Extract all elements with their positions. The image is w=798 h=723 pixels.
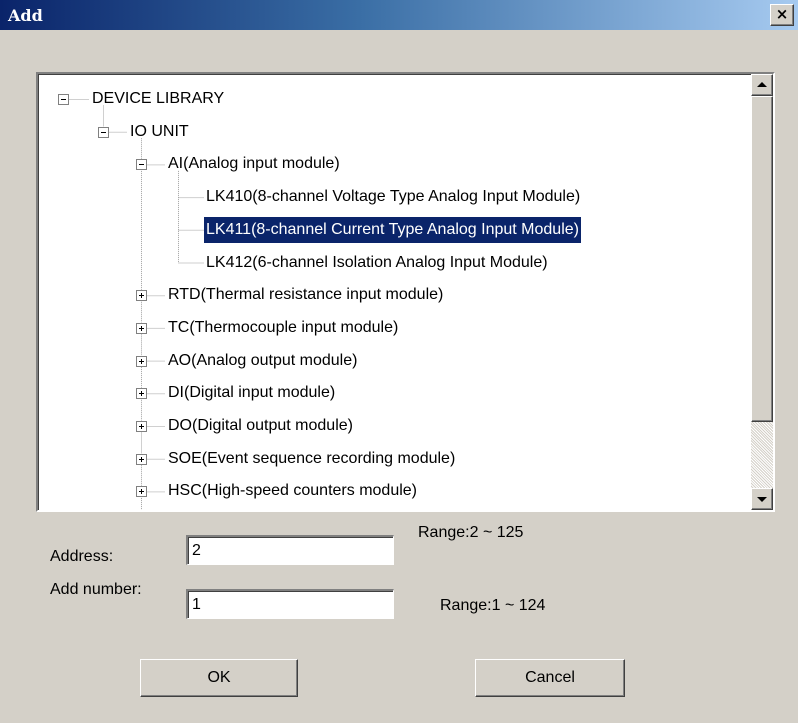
expand-plus-icon[interactable] xyxy=(136,388,147,400)
collapse-minus-icon[interactable] xyxy=(136,159,147,171)
arrow-down-icon xyxy=(757,497,767,502)
tree-node[interactable]: SOE(Event sequence recording module) xyxy=(168,446,455,472)
tree-node[interactable]: IO UNIT xyxy=(130,119,189,145)
scroll-up-button[interactable] xyxy=(751,74,773,96)
expand-plus-icon[interactable] xyxy=(136,355,147,367)
tree-node[interactable]: LK410(8-channel Voltage Type Analog Inpu… xyxy=(206,184,580,210)
tree-node-selected[interactable]: LK411(8-channel Current Type Analog Inpu… xyxy=(204,216,581,243)
expand-plus-icon[interactable] xyxy=(136,453,147,465)
cancel-button-label: Cancel xyxy=(525,669,575,686)
expand-plus-icon[interactable] xyxy=(136,322,147,334)
collapse-minus-icon[interactable] xyxy=(98,126,109,138)
ok-button-label: OK xyxy=(207,669,231,686)
tree-node[interactable]: RTD(Thermal resistance input module) xyxy=(168,282,443,308)
device-tree[interactable]: DEVICE LIBRARY IO UNIT AI(Analog input mod… xyxy=(36,72,775,512)
tree-node[interactable]: COM(Communication module) xyxy=(168,511,384,512)
scroll-down-button[interactable] xyxy=(751,488,773,510)
close-icon: × xyxy=(775,5,789,23)
tree-node[interactable]: DEVICE LIBRARY xyxy=(92,86,224,112)
address-range-text: Range:2 ~ 125 xyxy=(418,524,524,541)
expand-plus-icon[interactable] xyxy=(136,486,147,498)
tree-vertical-scrollbar[interactable] xyxy=(751,74,773,510)
expand-plus-icon[interactable] xyxy=(136,290,147,302)
tree-node[interactable]: LK412(6-channel Isolation Analog Input M… xyxy=(206,250,548,276)
address-label: Address: xyxy=(50,548,114,565)
add-number-range-text: Range:1 ~ 124 xyxy=(440,597,546,614)
arrow-up-icon xyxy=(757,82,767,87)
tree-node[interactable]: DO(Digital output module) xyxy=(168,413,353,439)
tree-node[interactable]: AO(Analog output module) xyxy=(168,348,357,374)
window-title: Add xyxy=(8,6,43,25)
tree-node[interactable]: HSC(High-speed counters module) xyxy=(168,478,417,504)
ok-button[interactable]: OK xyxy=(140,659,298,697)
scroll-thumb[interactable] xyxy=(751,96,773,422)
address-input[interactable] xyxy=(186,535,394,565)
expand-plus-icon[interactable] xyxy=(136,421,147,432)
title-bar[interactable]: Add × xyxy=(0,0,798,30)
tree-node[interactable]: DI(Digital input module) xyxy=(168,380,335,406)
tree-node[interactable]: TC(Thermocouple input module) xyxy=(168,315,398,341)
add-number-label: Add number: xyxy=(50,581,142,598)
add-number-input[interactable] xyxy=(186,589,394,619)
scroll-track[interactable] xyxy=(751,422,773,488)
tree-node[interactable]: AI(Analog input module) xyxy=(168,151,340,177)
cancel-button[interactable]: Cancel xyxy=(475,659,625,697)
close-button[interactable]: × xyxy=(770,4,794,26)
collapse-minus-icon[interactable] xyxy=(58,94,69,105)
